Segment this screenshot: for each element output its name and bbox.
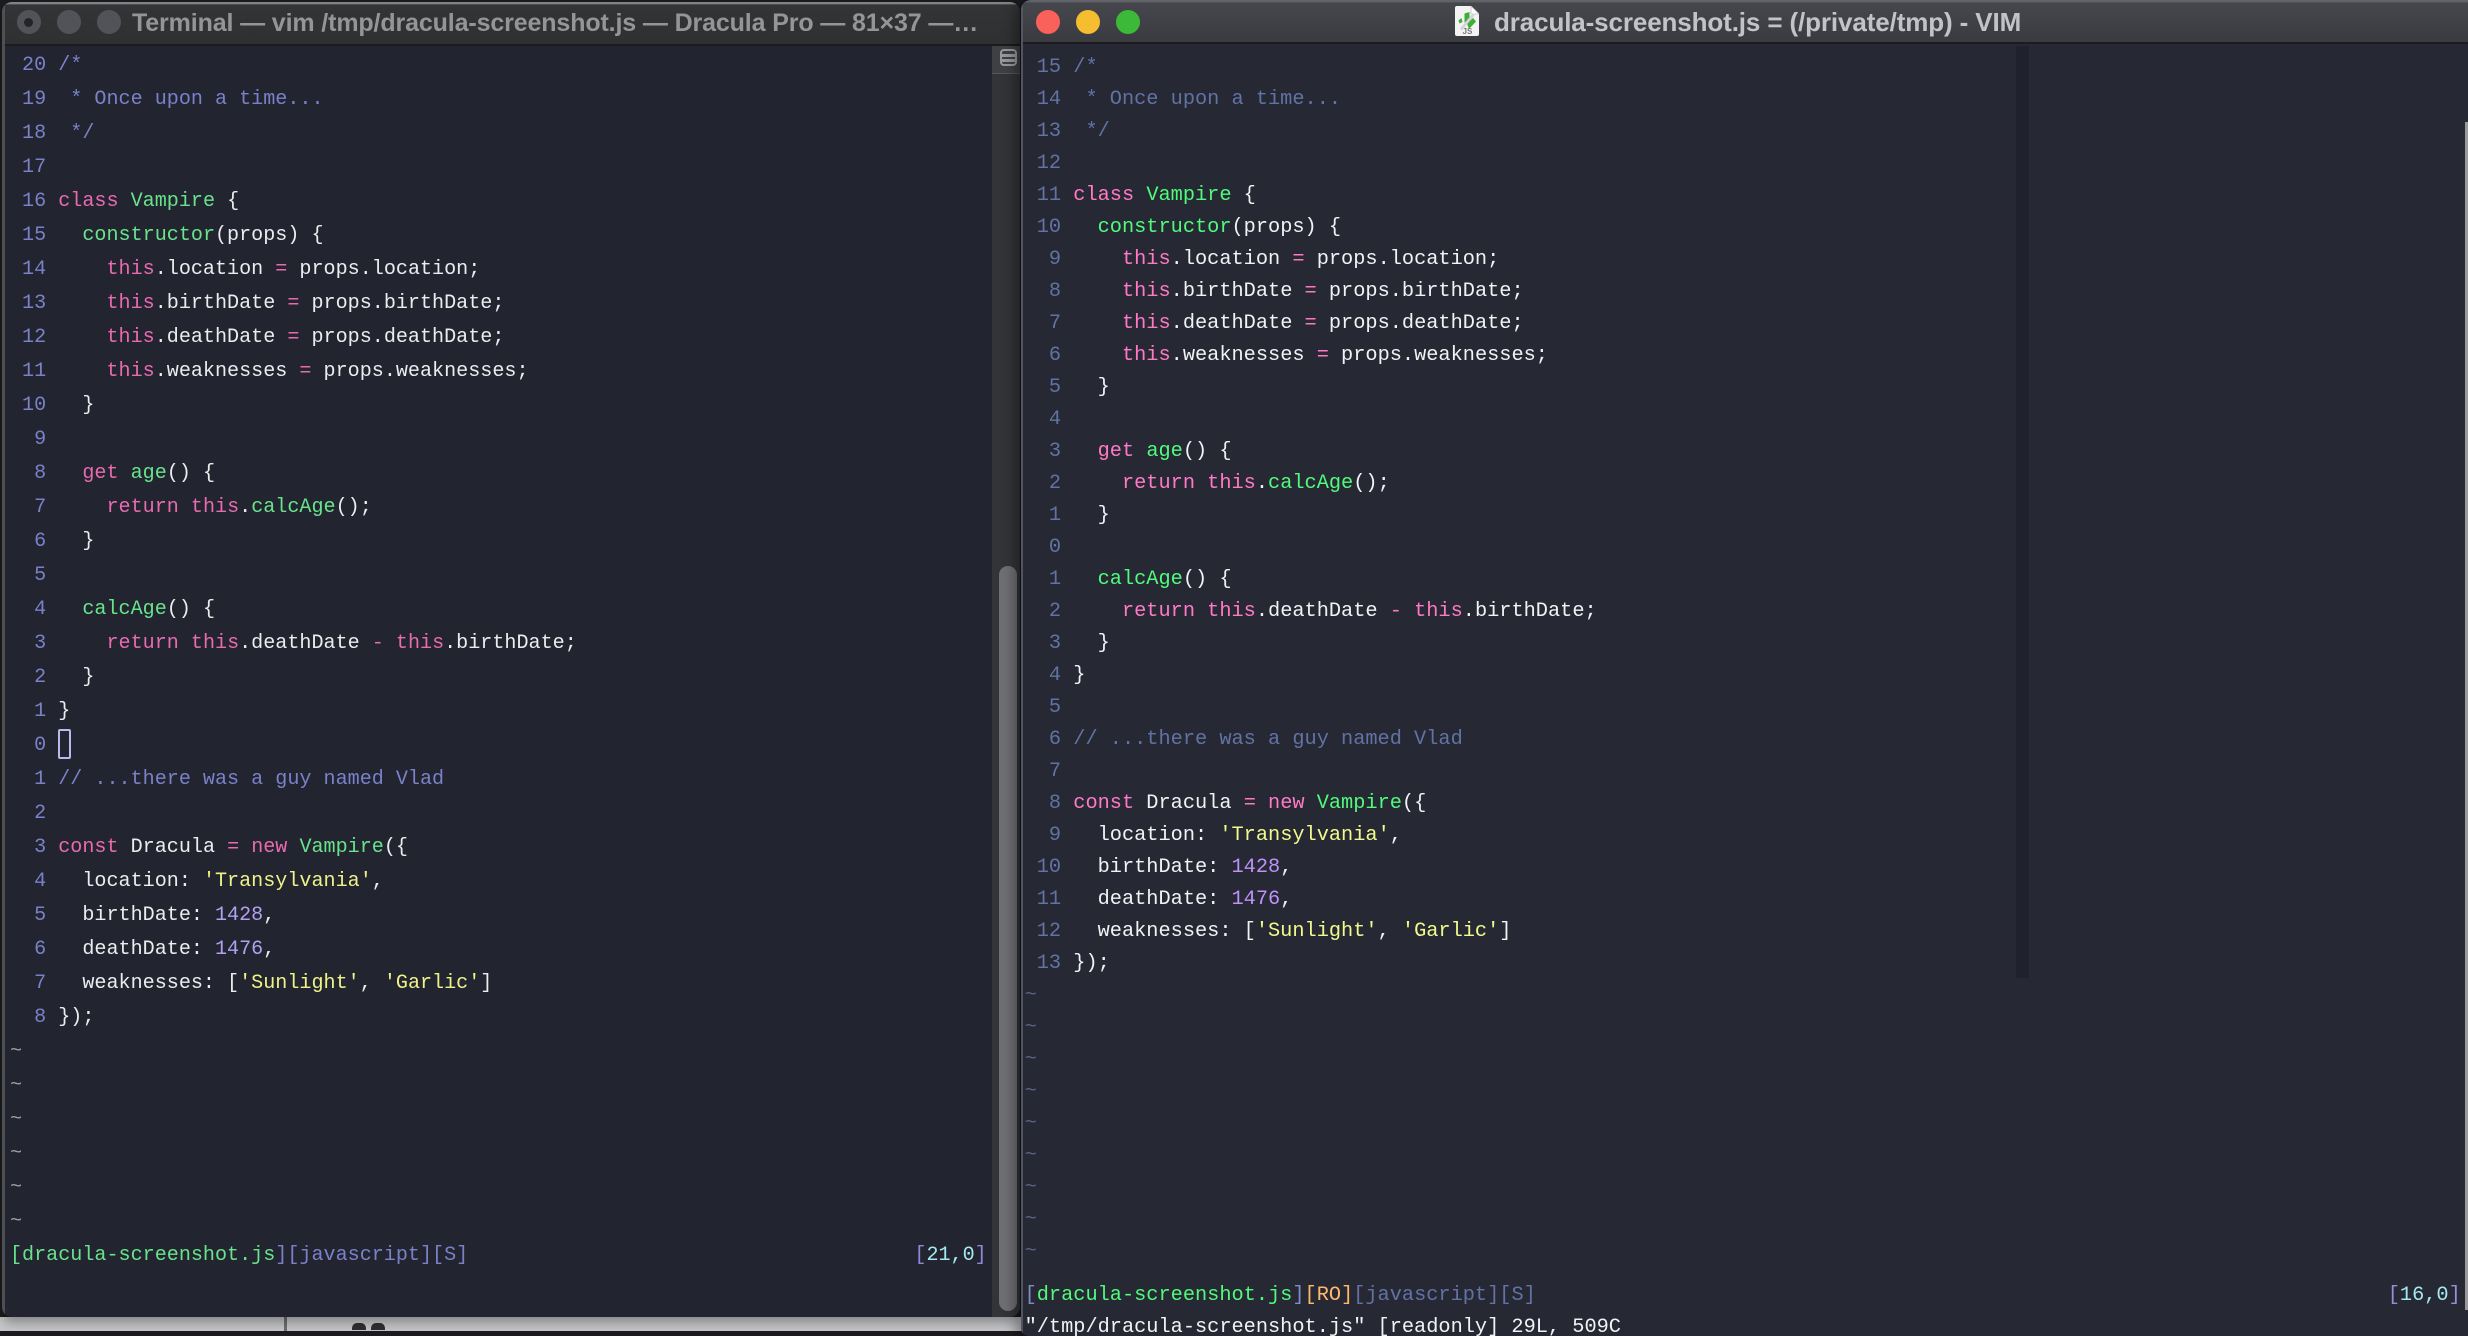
svg-text:JS: JS	[1463, 27, 1473, 36]
